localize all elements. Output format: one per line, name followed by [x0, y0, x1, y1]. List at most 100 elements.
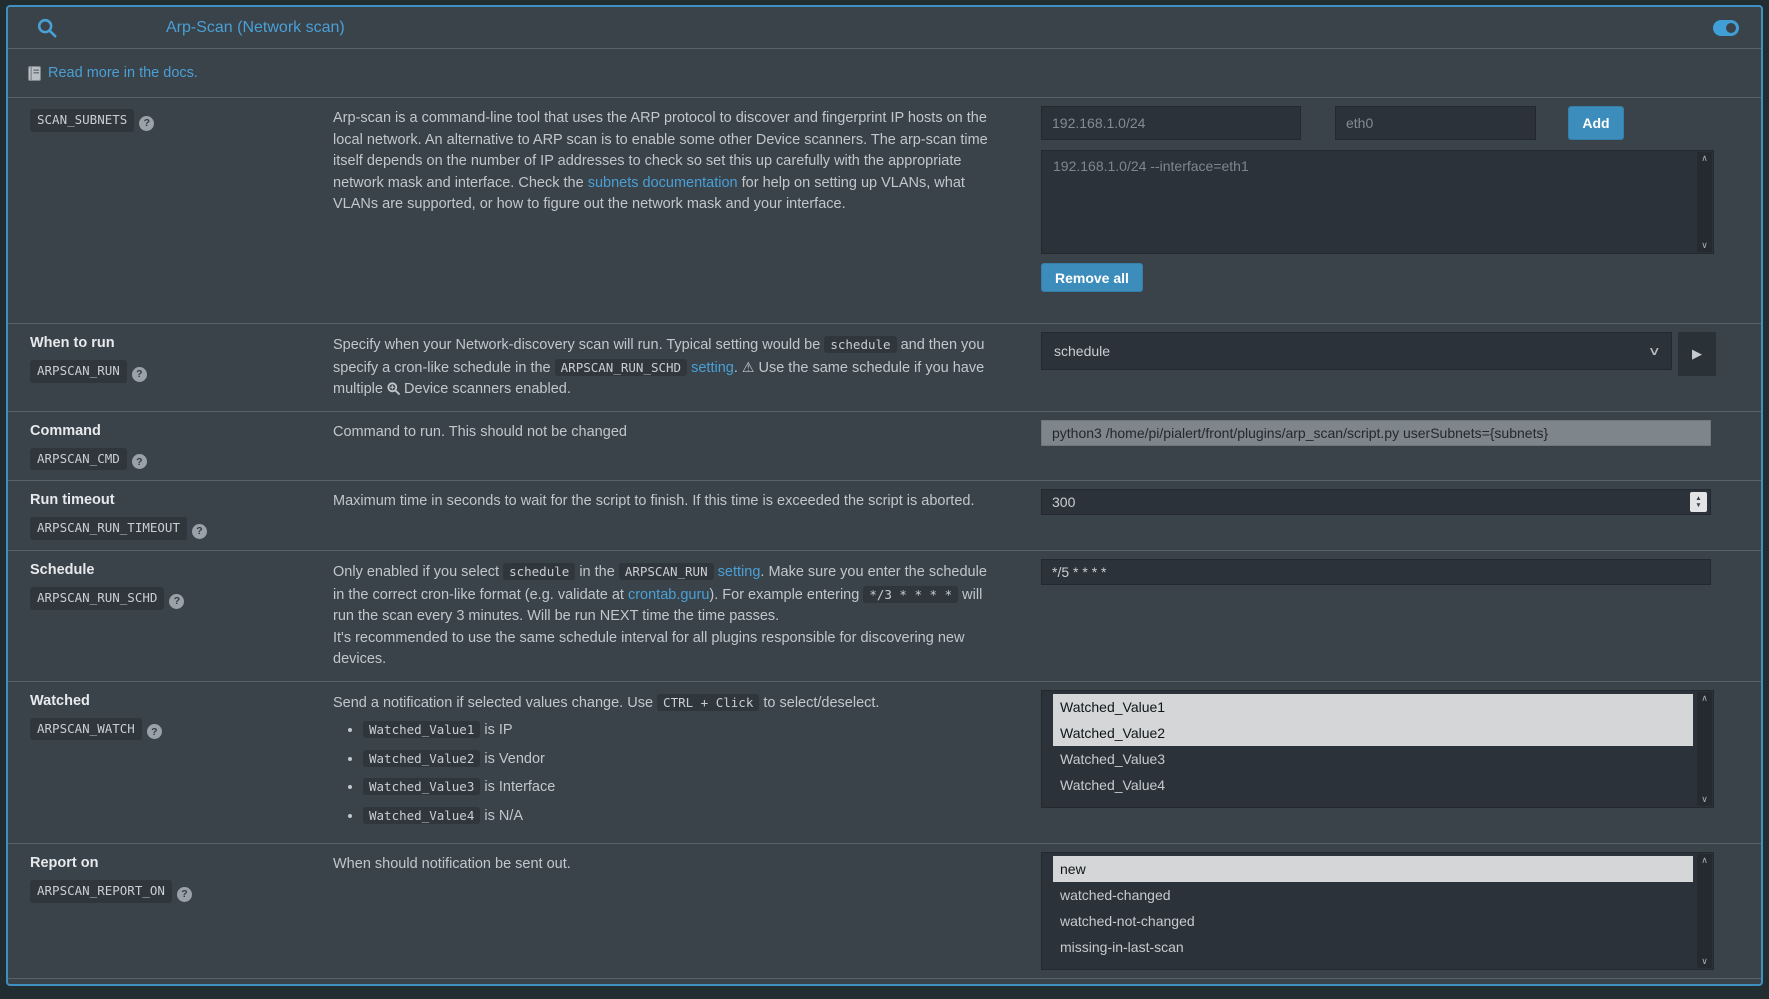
number-spinner[interactable]: ▲ ▼ — [1690, 492, 1707, 512]
select-option[interactable]: Watched_Value1 — [1053, 694, 1693, 720]
play-icon: ▶ — [1692, 346, 1702, 362]
remove-all-button[interactable]: Remove all — [1041, 263, 1143, 292]
select-option[interactable]: new — [1053, 856, 1693, 882]
spinner-down-icon[interactable]: ▼ — [1695, 502, 1701, 509]
list-item: Watched_Value2 is Vendor — [363, 748, 997, 771]
select-option[interactable]: watched-not-changed — [1053, 908, 1693, 934]
help-icon[interactable]: ? — [132, 367, 147, 382]
setting-title: When to run — [30, 335, 321, 351]
interface-input[interactable] — [1335, 106, 1536, 140]
command-input — [1041, 420, 1711, 446]
setting-link[interactable]: setting — [691, 360, 734, 376]
select-option[interactable]: Watched_Value2 — [1053, 720, 1693, 746]
subnets-documentation-link[interactable]: subnets documentation — [588, 175, 738, 191]
list-item: Watched_Value4 is N/A — [363, 805, 997, 828]
timeout-input[interactable] — [1041, 489, 1711, 515]
select-option[interactable]: missing-in-last-scan — [1053, 934, 1693, 960]
setting-row-run-timeout: Run timeout ARPSCAN_RUN_TIMEOUT? Maximum… — [8, 480, 1761, 550]
description-text: It's recommended to use the same schedul… — [333, 630, 964, 668]
setting-row-watched: Watched ARPSCAN_WATCH? Send a notificati… — [8, 681, 1761, 844]
setting-title: Report on — [30, 855, 321, 871]
setting-row-command: Command ARPSCAN_CMD? Command to run. Thi… — [8, 411, 1761, 481]
subnet-input[interactable] — [1041, 106, 1301, 140]
help-icon[interactable]: ? — [139, 116, 154, 131]
setting-key-pill: SCAN_SUBNETS — [30, 109, 134, 132]
page-title: Arp-Scan (Network scan) — [166, 19, 345, 37]
book-icon — [28, 66, 41, 81]
run-now-button[interactable]: ▶ — [1678, 332, 1716, 376]
help-icon[interactable]: ? — [169, 594, 184, 609]
scrollbar[interactable]: ∧ ∨ — [1697, 854, 1712, 968]
panel-header: Arp-Scan (Network scan) — [8, 7, 1761, 49]
subnet-entry[interactable]: 192.168.1.0/24 --interface=eth1 — [1042, 151, 1713, 181]
scroll-down-icon[interactable]: ∨ — [1701, 794, 1708, 805]
spinner-up-icon[interactable]: ▲ — [1695, 495, 1701, 502]
docs-link[interactable]: Read more in the docs. — [48, 65, 198, 81]
help-icon[interactable]: ? — [147, 724, 162, 739]
setting-row-report-on: Report on ARPSCAN_REPORT_ON? When should… — [8, 843, 1761, 978]
toggle-on-icon[interactable] — [1713, 20, 1739, 36]
setting-title: Run timeout — [30, 492, 321, 508]
crontab-guru-link[interactable]: crontab.guru — [628, 587, 709, 603]
scroll-down-icon[interactable]: ∨ — [1701, 240, 1708, 251]
description-text: Send a notification if selected values c… — [333, 695, 657, 711]
inline-code: ARPSCAN_RUN — [619, 563, 714, 580]
inline-code: */3 * * * * — [863, 586, 958, 603]
run-select[interactable]: schedule ∨ — [1041, 332, 1672, 370]
add-button[interactable]: Add — [1568, 106, 1624, 140]
description-text: When should notification be sent out. — [333, 856, 571, 872]
schedule-input[interactable] — [1041, 559, 1711, 585]
description-text: Device scanners enabled. — [400, 381, 571, 397]
description-text: Only enabled if you select — [333, 564, 503, 580]
setting-description: Arp-scan is a command-line tool that use… — [331, 98, 1021, 323]
select-option[interactable]: Watched_Value3 — [1053, 746, 1693, 772]
docs-row: Read more in the docs. — [8, 49, 1761, 97]
description-text: to select/deselect. — [759, 695, 879, 711]
list-item: Watched_Value3 is Interface — [363, 776, 997, 799]
plugin-settings-panel: Arp-Scan (Network scan) Read more in the… — [6, 5, 1763, 986]
run-select-value: schedule — [1054, 343, 1110, 359]
list-item: Watched_Value1 is IP — [363, 719, 997, 742]
help-icon[interactable]: ? — [132, 454, 147, 469]
scrollbar[interactable]: ∧ ∨ — [1697, 152, 1712, 252]
description-text: Specify when your Network-discovery scan… — [333, 337, 824, 353]
setting-title: Watched — [30, 693, 321, 709]
setting-link[interactable]: setting — [718, 564, 761, 580]
inline-code: schedule — [503, 563, 575, 580]
inline-code: Watched_Value3 — [363, 778, 480, 795]
scroll-up-icon[interactable]: ∧ — [1701, 693, 1708, 704]
report-on-multiselect[interactable]: new watched-changed watched-not-changed … — [1041, 852, 1714, 970]
setting-description: Specify when your Network-discovery scan… — [331, 324, 1021, 411]
help-icon[interactable]: ? — [177, 887, 192, 902]
setting-key-pill: ARPSCAN_RUN — [30, 360, 127, 383]
setting-key-pill: ARPSCAN_RUN_SCHD — [30, 587, 164, 610]
select-option[interactable]: Watched_Value4 — [1053, 772, 1693, 798]
setting-title: Schedule — [30, 562, 321, 578]
help-icon[interactable]: ? — [192, 524, 207, 539]
inline-code: schedule — [824, 336, 896, 353]
select-option[interactable]: watched-changed — [1053, 882, 1693, 908]
setting-row-when-to-run: When to run ARPSCAN_RUN? Specify when yo… — [8, 323, 1761, 411]
description-text: Command to run. This should not be chang… — [333, 424, 627, 440]
scroll-up-icon[interactable]: ∧ — [1701, 855, 1708, 866]
subnets-listbox[interactable]: 192.168.1.0/24 --interface=eth1 ∧ ∨ — [1041, 150, 1714, 254]
magnifier-plus-icon — [387, 382, 400, 395]
setting-row-scan-subnets: SCAN_SUBNETS? Arp-scan is a command-line… — [8, 97, 1761, 323]
inline-code: Watched_Value1 — [363, 721, 480, 738]
inline-code: Watched_Value2 — [363, 750, 480, 767]
inline-code: Watched_Value4 — [363, 807, 480, 824]
scroll-down-icon[interactable]: ∨ — [1701, 956, 1708, 967]
inline-code: ARPSCAN_RUN_SCHD — [555, 359, 687, 376]
inline-code: CTRL + Click — [657, 694, 759, 711]
scrollbar[interactable]: ∧ ∨ — [1697, 692, 1712, 806]
setting-key-pill: ARPSCAN_RUN_TIMEOUT — [30, 517, 187, 540]
scroll-up-icon[interactable]: ∧ — [1701, 153, 1708, 164]
watched-values-list: Watched_Value1 is IP Watched_Value2 is V… — [333, 719, 997, 827]
chevron-down-icon: ∨ — [1648, 344, 1661, 358]
setting-row-schedule: Schedule ARPSCAN_RUN_SCHD? Only enabled … — [8, 550, 1761, 681]
search-icon[interactable] — [36, 17, 58, 39]
watched-multiselect[interactable]: Watched_Value1 Watched_Value2 Watched_Va… — [1041, 690, 1714, 808]
setting-key-pill: ARPSCAN_CMD — [30, 448, 127, 471]
setting-key-pill: ARPSCAN_REPORT_ON — [30, 880, 172, 903]
warning-icon: ⚠ — [742, 359, 755, 375]
